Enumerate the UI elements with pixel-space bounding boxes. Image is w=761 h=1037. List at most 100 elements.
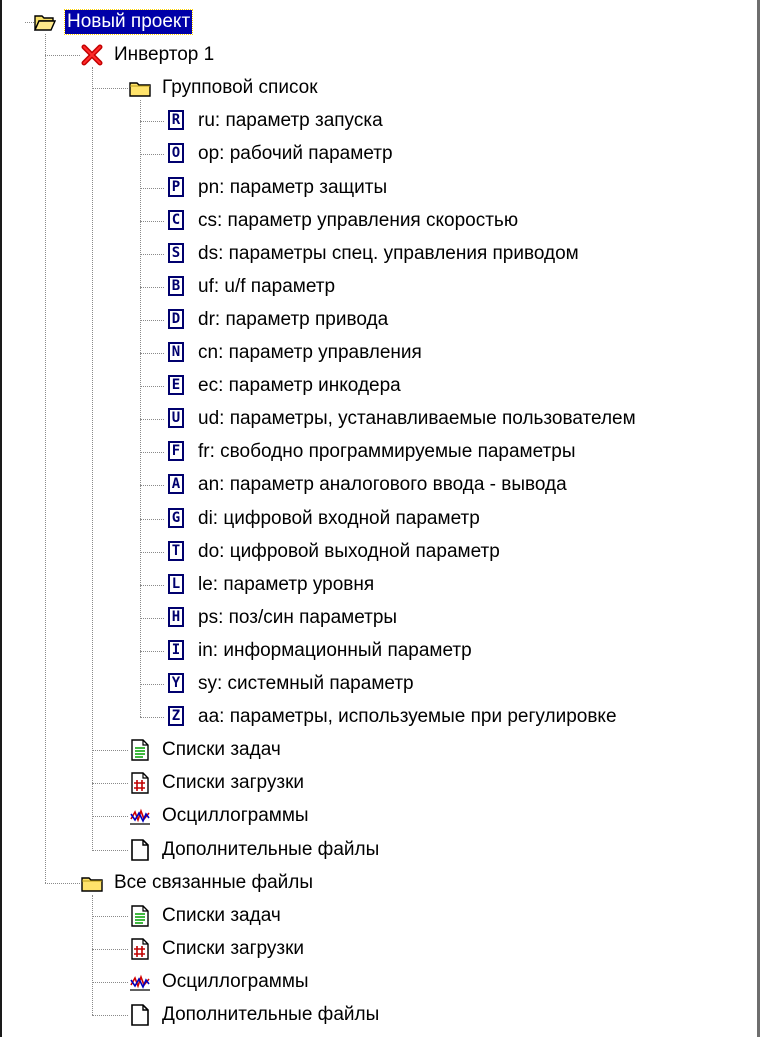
tree-connector xyxy=(140,286,164,288)
tree-node-param-r[interactable]: Rru: параметр запуска xyxy=(165,106,385,136)
tree-connector xyxy=(140,650,164,652)
tree-node-param-g[interactable]: Gdi: цифровой входной параметр xyxy=(165,504,482,534)
tree-node-group-list[interactable]: Групповой список xyxy=(129,73,320,103)
tree-node-param-d-label: dr: параметр привода xyxy=(198,308,389,330)
tree-connector xyxy=(140,551,164,553)
tree-connector xyxy=(140,485,164,487)
tree-node-group-list-label: Групповой список xyxy=(162,77,318,99)
tree-connector xyxy=(45,55,80,57)
tree-node-inverter-file-0-label: Списки задач xyxy=(162,739,281,761)
tree-connector xyxy=(140,386,164,388)
tree-node-related-file-1-label: Списки загрузки xyxy=(162,937,305,959)
param-letter-icon: D xyxy=(165,308,187,331)
tree-node-param-e-label: ec: параметр инкодера xyxy=(198,375,401,397)
tree-pane-border-left xyxy=(0,0,2,1037)
tree-connector xyxy=(140,220,164,222)
tree-connector xyxy=(92,894,93,1015)
tree-node-inverter-file-2[interactable]: Осциллограммы xyxy=(129,801,311,831)
tree-connector xyxy=(92,915,128,917)
tree-node-related-files[interactable]: Все связанные файлы xyxy=(81,868,315,898)
tree-node-param-h-label: ps: поз/син параметры xyxy=(198,606,398,628)
tree-connector xyxy=(140,121,164,123)
tree-node-param-o-label: op: рабочий параметр xyxy=(198,143,393,165)
tree-node-param-c-label: cs: параметр управления скоростью xyxy=(198,209,519,231)
tree-node-param-h[interactable]: Hps: поз/син параметры xyxy=(165,603,399,633)
task-list-icon xyxy=(129,904,151,927)
param-letter-icon: Z xyxy=(165,706,187,728)
tree-node-param-i[interactable]: Iin: информационный параметр xyxy=(165,636,474,666)
tree-node-root[interactable]: Новый проект xyxy=(33,7,194,37)
folder-icon xyxy=(81,872,103,894)
tree-node-param-z[interactable]: Zaa: параметры, используемые при регулир… xyxy=(165,702,619,732)
tree-node-param-s[interactable]: Sds: параметры спец. управления приводом xyxy=(165,239,581,269)
param-letter-icon: T xyxy=(165,540,187,563)
tree-connector xyxy=(92,948,128,950)
tree-connector xyxy=(25,22,34,23)
tree-node-root-label: Новый проект xyxy=(63,9,194,35)
tree-node-related-file-1[interactable]: Списки загрузки xyxy=(129,934,306,964)
tree-connector xyxy=(92,67,93,850)
tree-connector xyxy=(140,187,164,189)
tree-node-param-p[interactable]: Ppn: параметр защиты xyxy=(165,173,389,203)
tree-connector xyxy=(45,882,80,884)
tree-node-inverter-file-3[interactable]: Дополнительные файлы xyxy=(129,835,381,865)
tree-node-param-o[interactable]: Oop: рабочий параметр xyxy=(165,139,395,169)
tree-node-param-s-label: ds: параметры спец. управления приводом xyxy=(198,242,579,264)
tree-connector xyxy=(92,750,128,752)
tree-node-param-f[interactable]: Ffr: свободно программируемые параметры xyxy=(165,437,577,467)
tree-node-inverter-file-0[interactable]: Списки задач xyxy=(129,735,283,765)
param-letter-icon: Y xyxy=(165,673,187,695)
tree-node-param-a[interactable]: Aan: параметр аналогового ввода - вывода xyxy=(165,470,569,500)
tree-connector xyxy=(140,518,164,520)
tree-node-param-e[interactable]: Eec: параметр инкодера xyxy=(165,371,403,401)
tree-node-param-b[interactable]: Buf: u/f параметр xyxy=(165,272,337,302)
tree-node-related-file-3-label: Дополнительные файлы xyxy=(162,1004,380,1025)
tree-node-related-file-3[interactable]: Дополнительные файлы xyxy=(129,1000,381,1030)
param-letter-icon: N xyxy=(165,342,187,364)
tree-node-related-file-0-label: Списки задач xyxy=(162,904,281,926)
param-letter-icon: O xyxy=(165,143,187,165)
tree-node-param-n[interactable]: Ncn: параметр управления xyxy=(165,338,424,368)
tree-connector xyxy=(140,584,164,586)
tree-connector xyxy=(140,419,164,421)
tree-connector xyxy=(140,154,164,156)
tree-node-inverter-file-1[interactable]: Списки загрузки xyxy=(129,768,306,798)
download-list-icon xyxy=(129,938,151,960)
tree-connector xyxy=(92,981,128,983)
tree-connector xyxy=(140,100,141,718)
download-list-icon xyxy=(129,772,151,794)
tree-connector xyxy=(92,783,128,785)
tree-node-inverter-file-2-label: Осциллограммы xyxy=(162,805,309,827)
param-letter-icon: L xyxy=(165,573,187,596)
param-letter-icon: G xyxy=(165,507,187,530)
tree-node-param-u[interactable]: Uud: параметры, устанавливаемые пользова… xyxy=(165,404,638,434)
param-letter-icon: S xyxy=(165,242,187,265)
tree-node-param-d[interactable]: Ddr: параметр привода xyxy=(165,305,390,335)
tree-connector xyxy=(140,319,164,321)
tree-node-inverter-label: Инвертор 1 xyxy=(114,44,215,66)
folder-icon xyxy=(129,77,151,99)
tree-connector xyxy=(92,849,128,851)
tree-node-related-file-0[interactable]: Списки задач xyxy=(129,901,283,931)
param-letter-icon: A xyxy=(165,474,187,496)
tree-node-param-y[interactable]: Ysy: системный параметр xyxy=(165,669,416,699)
tree-pane-border-right xyxy=(757,0,760,1037)
tree-node-related-files-label: Все связанные файлы xyxy=(114,871,314,893)
tree-node-param-y-label: sy: системный параметр xyxy=(198,673,414,694)
tree-node-param-z-label: aa: параметры, используемые при регулиро… xyxy=(198,706,617,728)
tree-node-inverter[interactable]: Инвертор 1 xyxy=(81,40,216,70)
tree-node-param-t[interactable]: Tdo: цифровой выходной параметр xyxy=(165,537,502,567)
param-letter-icon: B xyxy=(165,275,187,298)
oscillogram-icon xyxy=(129,805,151,827)
tree-node-param-l[interactable]: Lle: параметр уровня xyxy=(165,570,376,600)
tree-node-param-i-label: in: информационный параметр xyxy=(198,639,472,661)
param-letter-icon: P xyxy=(165,176,187,199)
param-letter-icon: U xyxy=(165,408,187,430)
tree-connector xyxy=(45,34,46,883)
tree-connector xyxy=(140,717,164,719)
param-letter-icon: E xyxy=(165,375,187,397)
tree-node-param-c[interactable]: Ccs: параметр управления скоростью xyxy=(165,206,520,236)
tree-node-param-u-label: ud: параметры, устанавливаемые пользоват… xyxy=(198,408,636,430)
param-letter-icon: I xyxy=(165,639,187,662)
tree-node-related-file-2[interactable]: Осциллограммы xyxy=(129,967,311,997)
